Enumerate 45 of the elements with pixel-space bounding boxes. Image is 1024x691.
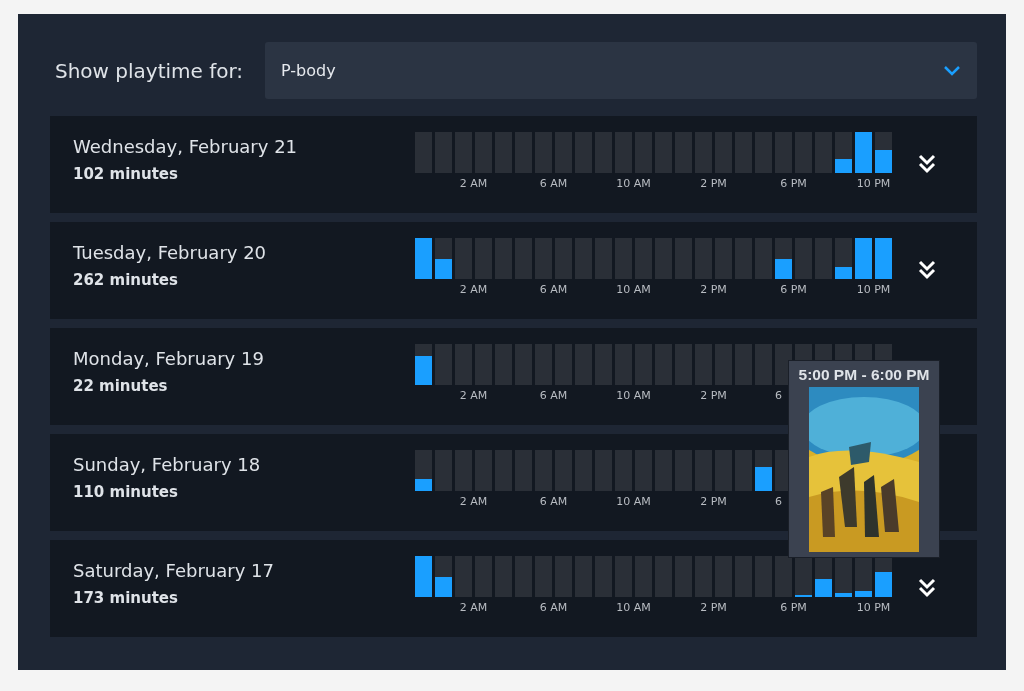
hour-label: 10 AM [615, 601, 652, 614]
hour-label: 10 AM [615, 389, 652, 402]
hour-label: 2 PM [699, 495, 728, 508]
hour-label: 6 AM [538, 177, 569, 190]
hour-label: 6 AM [538, 283, 569, 296]
expand-icon[interactable] [918, 578, 936, 598]
hour-label: 10 PM [855, 601, 892, 614]
hour-label: 2 PM [699, 283, 728, 296]
hour-label: 6 PM [779, 177, 808, 190]
hour-label: 2 PM [699, 601, 728, 614]
player-dropdown[interactable]: P-body [265, 42, 977, 99]
day-minutes: 22 minutes [73, 377, 169, 395]
hour-label: 2 PM [699, 389, 728, 402]
hour-label: 2 PM [699, 177, 728, 190]
hour-label: 2 AM [458, 601, 489, 614]
chevron-down-icon [943, 65, 961, 76]
hour-label: 6 PM [779, 601, 808, 614]
hour-label: 2 AM [458, 283, 489, 296]
hour-label: 2 AM [458, 495, 489, 508]
day-date: Monday, February 19 [73, 348, 265, 369]
day-date: Wednesday, February 21 [73, 136, 299, 157]
hour-label: 6 AM [538, 495, 569, 508]
hour-label: 6 [775, 495, 783, 508]
hour-label: 2 AM [458, 389, 489, 402]
day-minutes: 110 minutes [73, 483, 179, 501]
day-minutes: 102 minutes [73, 165, 179, 183]
hour-label: 10 AM [615, 495, 652, 508]
day-date: Sunday, February 18 [73, 454, 262, 475]
hour-label: 6 AM [538, 601, 569, 614]
day-date: Saturday, February 17 [73, 560, 275, 581]
hour-label: 10 AM [615, 283, 652, 296]
day-minutes: 173 minutes [73, 589, 179, 607]
hour-label: 6 PM [779, 283, 808, 296]
day-date: Tuesday, February 20 [73, 242, 268, 263]
hour-label: 10 AM [615, 177, 652, 190]
hour-label: 6 AM [538, 389, 569, 402]
expand-icon[interactable] [918, 260, 936, 280]
expand-icon[interactable] [918, 154, 936, 174]
hour-label: 6 [775, 389, 783, 402]
filter-label: Show playtime for: [54, 58, 245, 83]
hour-label: 2 AM [458, 177, 489, 190]
hour-label: 10 PM [855, 283, 892, 296]
tooltip-time: 5:00 PM - 6:00 PM [797, 366, 931, 384]
day-minutes: 262 minutes [73, 271, 179, 289]
hour-label: 10 PM [855, 177, 892, 190]
